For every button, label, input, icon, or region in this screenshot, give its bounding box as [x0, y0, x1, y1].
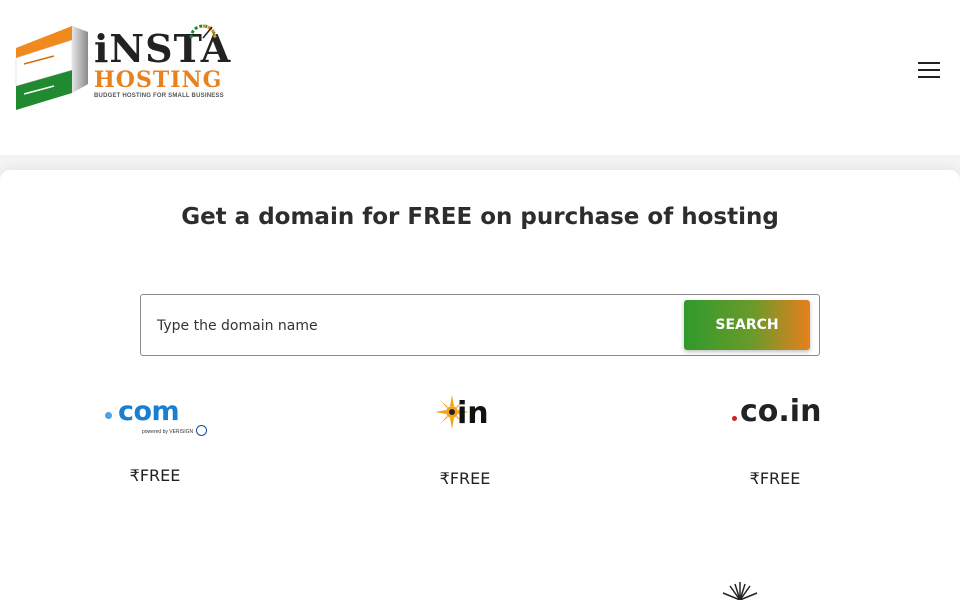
co-in-logo: co.in [675, 388, 875, 438]
insta-hosting-logo[interactable]: iNSTA HOSTING BUDGET HOSTING FOR SMALL B… [14, 18, 230, 113]
verisign-check-icon [196, 425, 207, 436]
hamburger-menu-icon[interactable] [918, 62, 942, 80]
co-in-logo-text: co.in [740, 394, 822, 429]
in-logo-text: in [457, 396, 489, 431]
verisign-caption: powered by VERISIGN [142, 429, 194, 435]
co-in-red-dot-icon [732, 416, 737, 421]
logo-wordmark-hosting: HOSTING [94, 67, 223, 93]
domain-search-input[interactable] [155, 307, 679, 345]
in-logo: in [365, 388, 565, 438]
site-header: iNSTA HOSTING BUDGET HOSTING FOR SMALL B… [0, 0, 960, 155]
sunburst-icon [722, 582, 758, 600]
com-dot-icon [105, 412, 112, 419]
tld-price-co-in: ₹FREE [749, 469, 801, 488]
com-logo-text: com [118, 396, 180, 427]
domain-search-panel: Get a domain for FREE on purchase of hos… [0, 170, 960, 610]
server-logo-icon [15, 26, 88, 110]
tld-card-in[interactable]: in ₹FREE [365, 388, 565, 498]
logo-tagline: BUDGET HOSTING FOR SMALL BUSINESS [94, 93, 224, 99]
speedometer-icon [189, 24, 217, 39]
tld-price-com: ₹FREE [129, 466, 181, 485]
tld-card-com[interactable]: com powered by VERISIGN ₹FREE [55, 388, 255, 498]
tld-card-co-in[interactable]: co.in ₹FREE [675, 388, 875, 498]
search-button[interactable]: SEARCH [684, 300, 810, 350]
com-logo: com powered by VERISIGN [55, 388, 255, 438]
domain-search-box: SEARCH [140, 294, 820, 356]
page-title: Get a domain for FREE on purchase of hos… [181, 204, 779, 230]
tld-price-in: ₹FREE [439, 469, 491, 488]
